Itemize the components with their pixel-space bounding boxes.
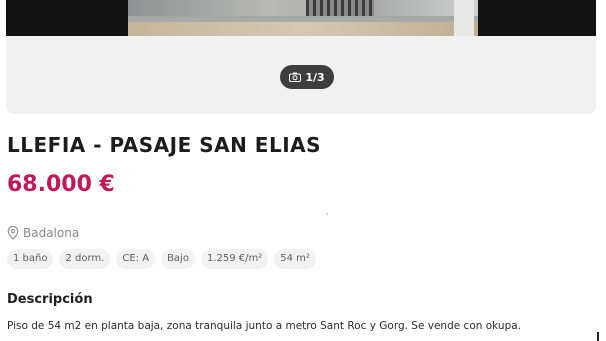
listing-location: Badalona	[7, 226, 79, 240]
listing-photo[interactable]	[128, 0, 478, 36]
photo-floor	[128, 22, 478, 36]
map-pin-icon	[7, 226, 19, 240]
photo-gallery[interactable]: 1/3	[6, 0, 596, 114]
feature-chips: 1 baño 2 dorm. CE: A Bajo 1.259 €/m² 54 …	[7, 249, 316, 269]
photo-pillar	[454, 0, 474, 36]
location-label: Badalona	[23, 226, 80, 240]
photo-wall	[128, 0, 478, 16]
feature-chip-price-per-m2: 1.259 €/m²	[200, 249, 269, 269]
photo-counter-badge[interactable]: 1/3	[280, 65, 334, 89]
photo-frame	[6, 0, 596, 36]
listing-price: 68.000 €	[7, 172, 115, 197]
feature-chip-floor: Bajo	[161, 249, 195, 269]
camera-icon	[289, 72, 302, 82]
description-heading: Descripción	[7, 292, 93, 307]
description-text: Piso de 54 m2 en planta baja, zona tranq…	[7, 320, 522, 332]
scrollbar-indicator[interactable]	[597, 332, 599, 341]
listing-title: LLEFIA - PASAJE SAN ELIAS	[7, 133, 322, 157]
photo-gate	[306, 0, 374, 16]
feature-chip-bathrooms: 1 baño	[7, 249, 54, 269]
feature-chip-bedrooms: 2 dorm.	[59, 249, 111, 269]
feature-chip-area: 54 m²	[274, 249, 316, 269]
photo-counter: 1/3	[305, 70, 325, 84]
separator-dot	[326, 213, 328, 215]
feature-chip-energy-rating: CE: A	[116, 249, 156, 269]
